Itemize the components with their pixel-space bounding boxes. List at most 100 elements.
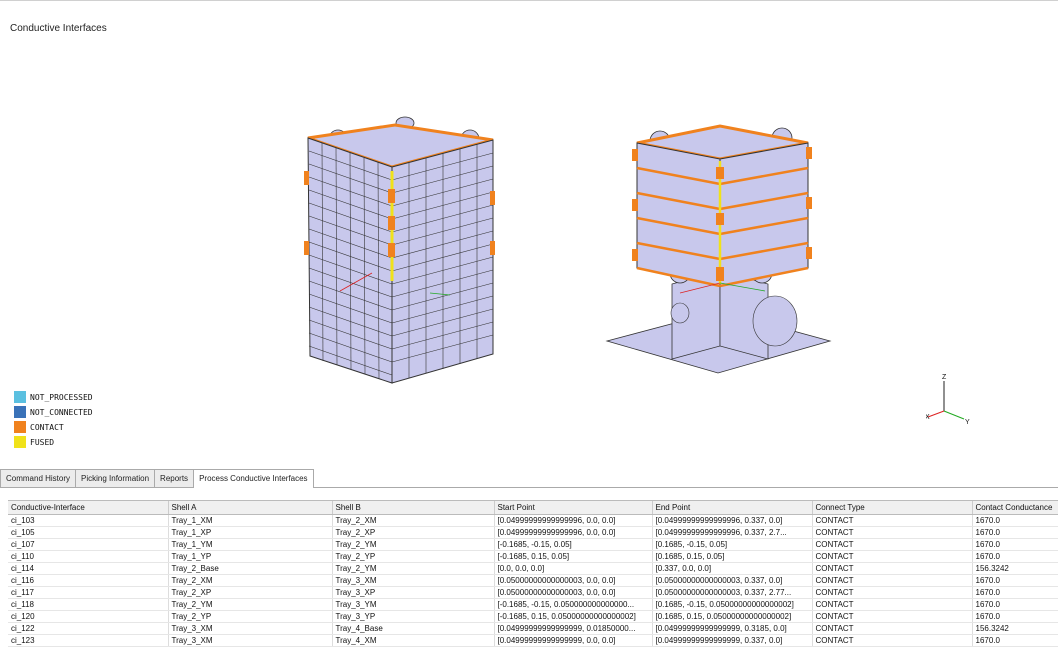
- column-header[interactable]: Connect Type: [812, 501, 973, 515]
- table-cell: Tray_3_XP: [332, 586, 495, 599]
- legend-swatch: [14, 391, 26, 403]
- table-cell: Tray_2_YM: [168, 598, 333, 611]
- table-cell: [-0.1685, 0.15, 0.05]: [494, 550, 653, 563]
- right-spacecraft-model: [605, 124, 832, 374]
- table-cell: CONTACT: [812, 526, 973, 539]
- table-cell: Tray_2_Base: [168, 562, 333, 575]
- table-cell: [0.1685, -0.15, 0.05]: [652, 538, 813, 551]
- table-row[interactable]: ci_114 Tray_2_Base Tray_2_YM [0.0, 0.0, 0.0…: [8, 562, 1058, 575]
- legend-label: NOT_CONNECTED: [30, 407, 93, 417]
- 3d-viewport[interactable]: Conductive Interfaces NOT_PROCESSED NOT_…: [0, 0, 1058, 461]
- table-row[interactable]: ci_122 Tray_3_XM Tray_4_Base [0.04999999999…: [8, 622, 1058, 635]
- legend-label: FUSED: [30, 437, 55, 447]
- axis-label-x: X: [926, 414, 930, 421]
- table-cell: [0.05000000000000003, 0.337, 0.0]: [652, 574, 813, 587]
- table-cell: [0.04999999999999999, 0.0, 0.0]: [494, 634, 653, 647]
- table-cell: Tray_4_XM: [332, 634, 495, 647]
- table-cell: CONTACT: [812, 598, 973, 611]
- table-cell: Tray_3_XM: [332, 574, 495, 587]
- tab-command-history[interactable]: Command History: [0, 469, 77, 487]
- legend-swatch: [14, 421, 26, 433]
- table-cell: Tray_3_YM: [332, 598, 495, 611]
- model-scene[interactable]: [0, 1, 1058, 461]
- table-cell: CONTACT: [812, 586, 973, 599]
- table-row[interactable]: ci_110 Tray_1_YP Tray_2_YP [-0.1685, 0.15, …: [8, 550, 1058, 563]
- table-cell: [0.1685, -0.15, 0.05000000000000002]: [652, 598, 813, 611]
- column-header[interactable]: Conductive-Interface: [8, 501, 169, 515]
- table-cell: CONTACT: [812, 538, 973, 551]
- table-cell: 1670.0: [972, 634, 1058, 647]
- table-cell: CONTACT: [812, 634, 973, 647]
- table-cell: CONTACT: [812, 514, 973, 527]
- axis-label-y: Y: [965, 419, 970, 426]
- table-cell: Tray_2_XM: [168, 574, 333, 587]
- table-cell: Tray_1_XM: [168, 514, 333, 527]
- table-cell: ci_114: [8, 562, 169, 575]
- table-cell: CONTACT: [812, 574, 973, 587]
- legend-item-fused: FUSED: [14, 435, 93, 449]
- table-row[interactable]: ci_116 Tray_2_XM Tray_3_XM [0.0500000000000…: [8, 574, 1058, 587]
- legend-item-not-connected: NOT_CONNECTED: [14, 405, 93, 419]
- tab-reports[interactable]: Reports: [154, 469, 195, 487]
- bottom-panel-tabs: Command History Picking Information Repo…: [0, 469, 1058, 488]
- column-header[interactable]: Start Point: [494, 501, 653, 515]
- table-cell: ci_117: [8, 586, 169, 599]
- column-header[interactable]: End Point: [652, 501, 813, 515]
- table-cell: Tray_1_XP: [168, 526, 333, 539]
- axis-triad-icon: Z X Y: [926, 374, 970, 426]
- table-cell: [0.04999999999999999, 0.3185, 0.0]: [652, 622, 813, 635]
- table-row[interactable]: ci_103 Tray_1_XM Tray_2_XM [0.0499999999999…: [8, 514, 1058, 527]
- table-cell: [0.05000000000000003, 0.0, 0.0]: [494, 586, 653, 599]
- table-cell: CONTACT: [812, 622, 973, 635]
- table-cell: [0.1685, 0.15, 0.05]: [652, 550, 813, 563]
- table-cell: ci_110: [8, 550, 169, 563]
- legend-label: CONTACT: [30, 422, 64, 432]
- table-cell: Tray_1_YM: [168, 538, 333, 551]
- table-cell: CONTACT: [812, 562, 973, 575]
- table-cell: ci_107: [8, 538, 169, 551]
- table-cell: CONTACT: [812, 610, 973, 623]
- table-cell: ci_118: [8, 598, 169, 611]
- table-row[interactable]: ci_118 Tray_2_YM Tray_3_YM [-0.1685, -0.15,…: [8, 598, 1058, 611]
- table-cell: [0.04999999999999999, 0.01850000...: [494, 622, 653, 635]
- table-cell: [0.04999999999999996, 0.337, 2.7...: [652, 526, 813, 539]
- table-cell: [0.04999999999999999, 0.337, 0.0]: [652, 634, 813, 647]
- table-cell: [0.0, 0.0, 0.0]: [494, 562, 653, 575]
- table-row[interactable]: ci_107 Tray_1_YM Tray_2_YM [-0.1685, -0.15,…: [8, 538, 1058, 551]
- table-cell: [0.04999999999999996, 0.337, 0.0]: [652, 514, 813, 527]
- table-cell: [0.05000000000000003, 0.0, 0.0]: [494, 574, 653, 587]
- table-cell: Tray_2_YM: [332, 538, 495, 551]
- table-cell: [0.1685, 0.15, 0.05000000000000002]: [652, 610, 813, 623]
- table-row[interactable]: ci_117 Tray_2_XP Tray_3_XP [0.0500000000000…: [8, 586, 1058, 599]
- table-cell: [0.04999999999999996, 0.0, 0.0]: [494, 526, 653, 539]
- table-cell: Tray_2_XP: [332, 526, 495, 539]
- column-header[interactable]: Contact Conductance: [972, 501, 1058, 515]
- table-row[interactable]: ci_120 Tray_2_YP Tray_3_YP [-0.1685, 0.15, …: [8, 610, 1058, 623]
- table-cell: ci_116: [8, 574, 169, 587]
- table-cell: Tray_2_XP: [168, 586, 333, 599]
- table-cell: 1670.0: [972, 586, 1058, 599]
- table-cell: Tray_3_XM: [168, 634, 333, 647]
- table-row[interactable]: ci_123 Tray_3_XM Tray_4_XM [0.0499999999999…: [8, 634, 1058, 647]
- legend-item-contact: CONTACT: [14, 420, 93, 434]
- table-cell: Tray_2_YM: [332, 562, 495, 575]
- table-cell: 156.3242: [972, 562, 1058, 575]
- column-header[interactable]: Shell A: [168, 501, 333, 515]
- table-cell: 1670.0: [972, 538, 1058, 551]
- table-cell: 1670.0: [972, 550, 1058, 563]
- tab-picking-information[interactable]: Picking Information: [75, 469, 156, 487]
- legend-item-not-processed: NOT_PROCESSED: [14, 390, 93, 404]
- legend-swatch: [14, 436, 26, 448]
- tab-process-conductive-interfaces[interactable]: Process Conductive Interfaces: [193, 469, 314, 488]
- table-cell: 1670.0: [972, 514, 1058, 527]
- table-cell: Tray_4_Base: [332, 622, 495, 635]
- table-cell: [-0.1685, -0.15, 0.05]: [494, 538, 653, 551]
- conductive-interfaces-table[interactable]: Conductive-Interface Shell A Shell B Sta…: [8, 500, 1058, 664]
- table-cell: ci_105: [8, 526, 169, 539]
- column-header[interactable]: Shell B: [332, 501, 495, 515]
- table-cell: Tray_1_YP: [168, 550, 333, 563]
- table-cell: Tray_3_XM: [168, 622, 333, 635]
- table-row[interactable]: ci_105 Tray_1_XP Tray_2_XP [0.0499999999999…: [8, 526, 1058, 539]
- table-cell: Tray_3_YP: [332, 610, 495, 623]
- table-cell: Tray_2_YP: [332, 550, 495, 563]
